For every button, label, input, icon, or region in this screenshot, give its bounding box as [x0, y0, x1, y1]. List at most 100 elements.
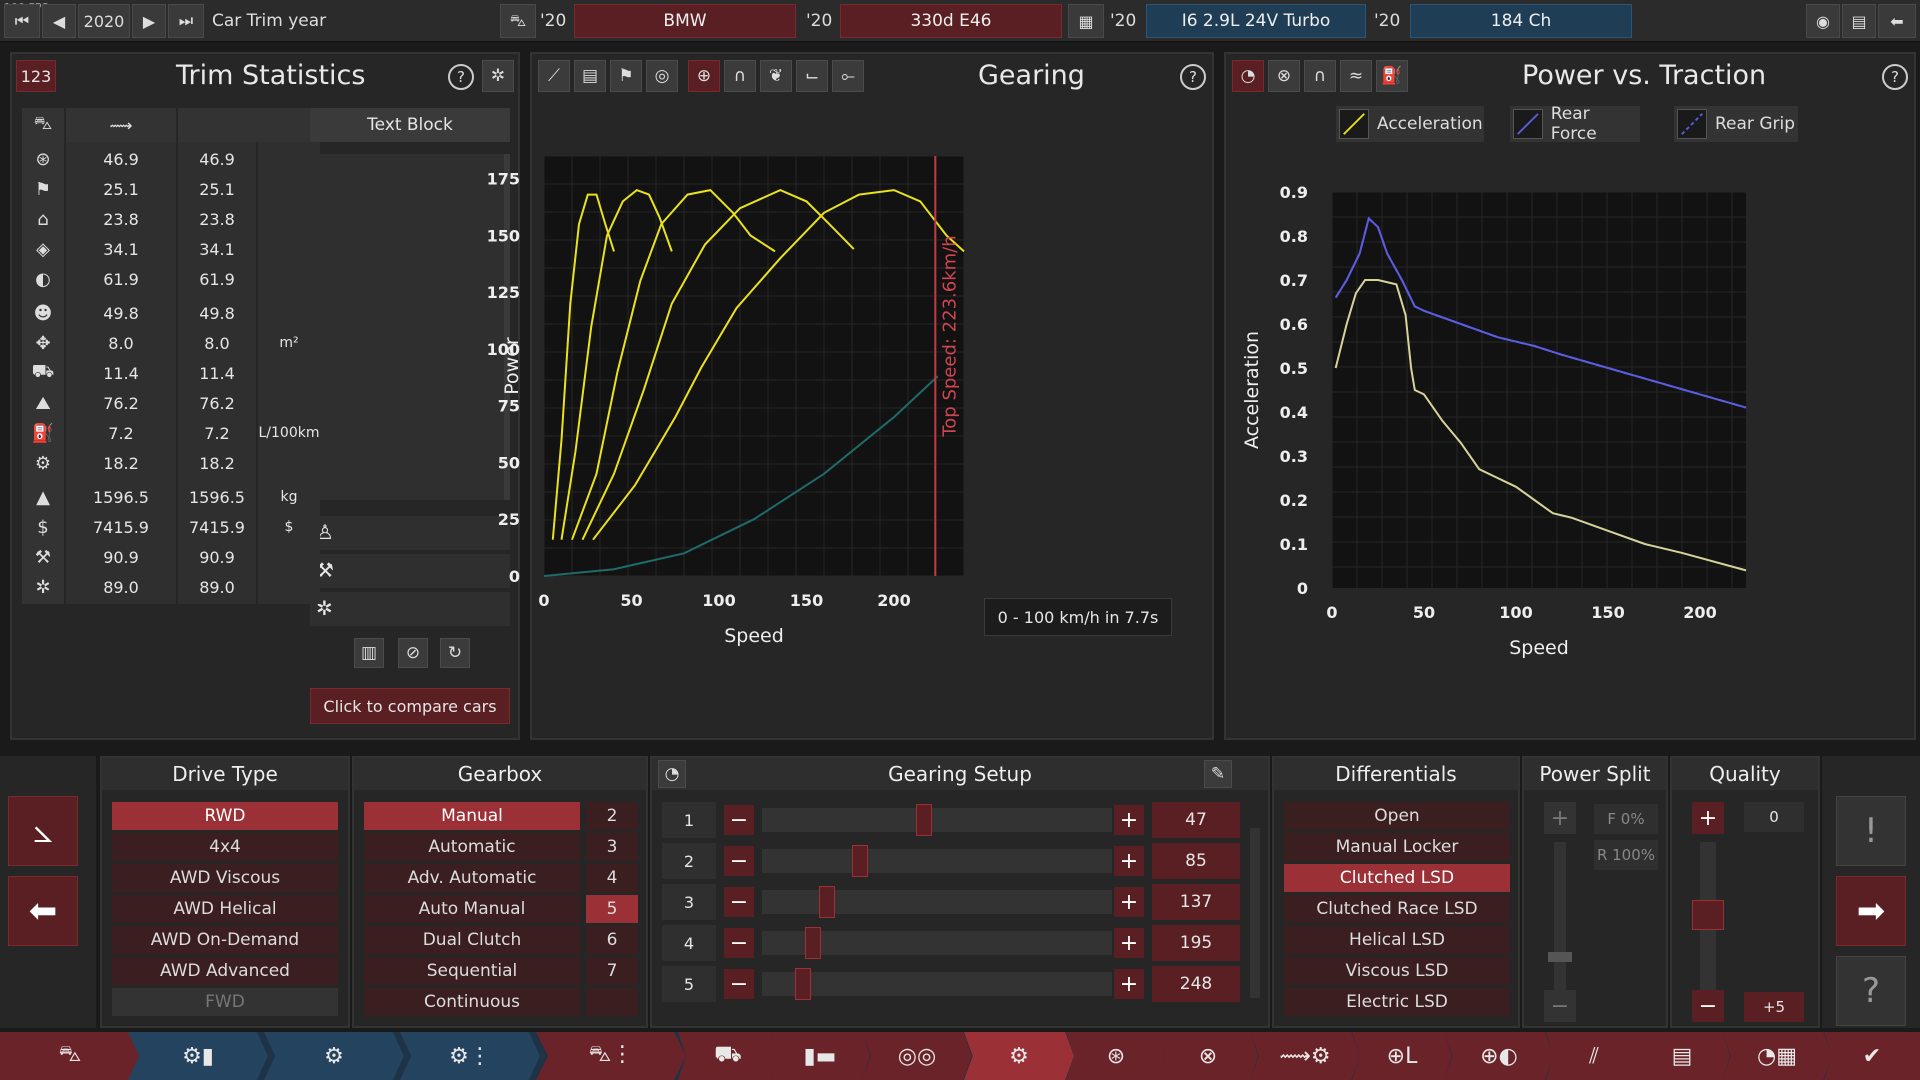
drive-type-option[interactable]: AWD Helical — [112, 895, 338, 923]
power-traction-help-icon[interactable]: ? — [1882, 64, 1908, 90]
wrench-icon[interactable]: ✎ — [1204, 760, 1232, 788]
tab-wheels-icon[interactable]: ⊛ — [1066, 1032, 1166, 1080]
drive-type-option[interactable]: AWD Viscous — [112, 864, 338, 892]
gear-ratio-slider[interactable] — [762, 927, 1112, 959]
gear-count-option[interactable]: 5 — [586, 895, 638, 923]
gear-ratio-thumb[interactable] — [805, 927, 821, 959]
legend-rear-force[interactable]: Rear Force — [1510, 104, 1640, 144]
tab-chassis-icon[interactable]: ⚙ — [264, 1032, 404, 1080]
power-split-slider[interactable] — [1548, 842, 1572, 992]
tab-finish-icon[interactable]: ✔ — [1824, 1032, 1920, 1080]
skip-forward-icon[interactable]: ⏭ — [168, 4, 204, 38]
gearing-help-icon[interactable]: ? — [1180, 64, 1206, 90]
cancel-icon[interactable]: ⊘ — [398, 638, 428, 668]
quality-thumb[interactable] — [1692, 900, 1724, 930]
gearbox-option[interactable]: Sequential — [364, 957, 580, 985]
tab-fixtures-icon[interactable]: ⛟ — [678, 1032, 778, 1080]
differential-option[interactable]: Electric LSD — [1284, 988, 1510, 1016]
gear-ratio-thumb[interactable] — [916, 804, 932, 836]
gearbox-option[interactable]: Manual — [364, 802, 580, 830]
power-split-minus-icon[interactable]: − — [1544, 990, 1576, 1022]
gear-increase-button[interactable]: + — [1114, 887, 1144, 917]
gear-count-option[interactable]: 6 — [586, 926, 638, 954]
drive-type-option[interactable]: RWD — [112, 802, 338, 830]
legend-rear-grip[interactable]: Rear Grip — [1674, 106, 1798, 142]
notes-icon[interactable]: ▥ — [354, 638, 384, 668]
power-split-thumb[interactable] — [1548, 952, 1572, 962]
gear-ratio-thumb[interactable] — [819, 886, 835, 918]
gear-increase-button[interactable]: + — [1114, 805, 1144, 835]
gearbox-option[interactable]: Adv. Automatic — [364, 864, 580, 892]
drive-type-option[interactable]: AWD On-Demand — [112, 926, 338, 954]
tab-drivetrain-icon[interactable]: ⚙ — [964, 1032, 1074, 1080]
differential-option[interactable]: Viscous LSD — [1284, 957, 1510, 985]
auto-gearing-icon[interactable]: ◔ — [658, 760, 686, 788]
gear-count-option[interactable]: 2 — [586, 802, 638, 830]
gearbox-option[interactable]: Continuous — [364, 988, 580, 1016]
tab-interior-icon[interactable]: ▮▬ — [770, 1032, 870, 1080]
back-arrow-icon[interactable]: ⬅ — [1878, 4, 1916, 38]
help-circle-icon[interactable]: ? — [1836, 956, 1906, 1026]
skip-back-icon[interactable]: ⏮ — [4, 4, 40, 38]
tab-testing-icon[interactable]: ⊕◐ — [1444, 1032, 1554, 1080]
leaf-icon[interactable]: ❦ — [760, 60, 792, 92]
model-selector[interactable]: 330d E46 — [840, 4, 1062, 38]
tab-race-icon[interactable]: ◔▦ — [1722, 1032, 1832, 1080]
tab-brakes-icon[interactable]: ⊗ — [1158, 1032, 1258, 1080]
year-field[interactable]: 2020 — [78, 4, 130, 38]
differential-option[interactable]: Clutched LSD — [1284, 864, 1510, 892]
tab-suspension-icon[interactable]: ⚙⋮ — [400, 1032, 540, 1080]
tab-safety-icon[interactable]: ◎◎ — [862, 1032, 972, 1080]
wave-icon[interactable]: ≈ — [1340, 60, 1372, 92]
gear-decrease-button[interactable]: − — [724, 969, 754, 999]
quality-minus-icon[interactable]: − — [1692, 990, 1724, 1022]
gear-ratio-slider[interactable] — [762, 845, 1112, 877]
text-block-header[interactable]: Text Block — [310, 108, 510, 142]
gear-decrease-button[interactable]: − — [724, 887, 754, 917]
quality-slider[interactable] — [1692, 842, 1724, 992]
gear-scrollbar[interactable] — [1250, 828, 1260, 998]
gear-ratio-slider[interactable] — [762, 804, 1112, 836]
camera-icon[interactable]: ◉ — [1806, 4, 1840, 38]
differential-option[interactable]: Clutched Race LSD — [1284, 895, 1510, 923]
tab-steering-icon[interactable]: ⊕L — [1352, 1032, 1452, 1080]
gear-count-option[interactable]: 3 — [586, 833, 638, 861]
gearbox-option[interactable]: Automatic — [364, 833, 580, 861]
speedometer-icon[interactable]: ◔ — [1232, 60, 1264, 92]
table-icon[interactable]: ▤ — [574, 60, 606, 92]
make-selector[interactable]: BMW — [574, 4, 796, 38]
car-body-icon[interactable]: ⛍ — [500, 4, 536, 38]
gear-ratio-thumb[interactable] — [852, 845, 868, 877]
trim-selector[interactable]: 184 Ch — [1410, 4, 1632, 38]
gear-increase-button[interactable]: + — [1114, 969, 1144, 999]
fuel-pump-icon[interactable]: ⛽ — [1376, 60, 1408, 92]
engine-icon[interactable]: ▦ — [1068, 4, 1104, 38]
differential-option[interactable]: Open — [1284, 802, 1510, 830]
tab-aero-icon[interactable]: ⟿⚙ — [1250, 1032, 1360, 1080]
wheel-icon[interactable]: ⊗ — [1268, 60, 1300, 92]
seat-graph-icon[interactable]: ⌙ — [796, 60, 828, 92]
graph-icon[interactable]: ⟋ — [538, 60, 570, 92]
spreadsheet-icon[interactable]: ▤ — [1842, 4, 1876, 38]
tab-tuning-icon[interactable]: ⫽ — [1546, 1032, 1642, 1080]
drive-type-option[interactable]: 4x4 — [112, 833, 338, 861]
tab-engine-icon[interactable]: ⛍⋮ — [536, 1032, 686, 1080]
differential-option[interactable]: Helical LSD — [1284, 926, 1510, 954]
gearbox-option[interactable]: Dual Clutch — [364, 926, 580, 954]
next-year-icon[interactable]: ▶ — [132, 4, 166, 38]
track-icon[interactable]: ◎ — [646, 60, 678, 92]
drive-type-option[interactable]: FWD — [112, 988, 338, 1016]
differential-option[interactable]: Manual Locker — [1284, 833, 1510, 861]
compare-cars-button[interactable]: Click to compare cars — [310, 688, 510, 724]
prev-year-icon[interactable]: ◀ — [42, 4, 76, 38]
quality-plus-icon[interactable]: + — [1692, 802, 1724, 834]
gear-decrease-button[interactable]: − — [724, 928, 754, 958]
legend-acceleration[interactable]: Acceleration — [1336, 106, 1484, 142]
gear-decrease-button[interactable]: − — [724, 846, 754, 876]
settings-gears-icon[interactable]: ✲ — [482, 60, 514, 92]
gear-ratio-slider[interactable] — [762, 968, 1112, 1000]
grip-icon[interactable]: ∩ — [1304, 60, 1336, 92]
drive-type-option[interactable]: AWD Advanced — [112, 957, 338, 985]
gear-ratio-thumb[interactable] — [795, 968, 811, 1000]
gear-count-option[interactable] — [586, 988, 638, 1016]
